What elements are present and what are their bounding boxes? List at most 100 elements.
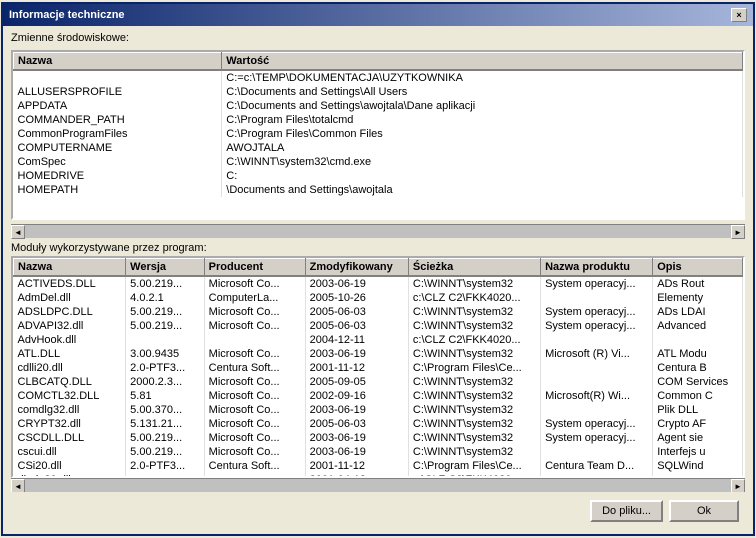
env-col-value: Wartość	[222, 53, 743, 71]
table-row[interactable]: CommonProgramFilesC:\Program Files\Commo…	[14, 127, 743, 141]
table-cell: 2003-06-19	[305, 276, 408, 291]
table-cell: C:\WINNT\system32	[408, 276, 540, 291]
file-button[interactable]: Do pliku...	[590, 500, 663, 522]
table-cell: COMPUTERNAME	[14, 141, 222, 155]
mod-col-name: Nazwa	[14, 259, 126, 277]
env-horizontal-scrollbar[interactable]: ◄ ►	[11, 224, 745, 238]
table-cell: 5.131.21...	[126, 417, 205, 431]
mod-col-modified: Zmodyfikowany	[305, 259, 408, 277]
scroll-right-arrow[interactable]: ►	[731, 225, 745, 239]
table-cell: 2.0-PTF3...	[126, 361, 205, 375]
table-cell: comdlg32.dll	[14, 403, 126, 417]
table-row[interactable]: AdvHook.dll2004-12-11c:\CLZ C2\FKK4020..…	[14, 333, 743, 347]
mod-scroll-track[interactable]	[25, 479, 731, 492]
table-cell: Plik DLL	[653, 403, 743, 417]
table-row[interactable]: C:=c:\TEMP\DOKUMENTACJA\UZYTKOWNIKA	[14, 70, 743, 85]
table-cell: 2001-11-12	[305, 361, 408, 375]
env-table-body: C:=c:\TEMP\DOKUMENTACJA\UZYTKOWNIKAALLUS…	[14, 70, 743, 197]
table-cell: ComputerLa...	[204, 291, 305, 305]
table-cell: 2005-06-03	[305, 417, 408, 431]
table-row[interactable]: CSCDLL.DLL5.00.219...Microsoft Co...2003…	[14, 431, 743, 445]
table-cell: SQLWind	[653, 459, 743, 473]
table-row[interactable]: COMCTL32.DLL5.81Microsoft Co...2002-09-1…	[14, 389, 743, 403]
table-cell: C:\WINNT\system32\cmd.exe	[222, 155, 743, 169]
table-row[interactable]: ALLUSERSPROFILEC:\Documents and Settings…	[14, 85, 743, 99]
table-row[interactable]: cdlli20.dll2.0-PTF3...Centura Soft...200…	[14, 361, 743, 375]
table-row[interactable]: APPDATAC:\Documents and Settings\awojtal…	[14, 99, 743, 113]
mod-col-path: Ścieżka	[408, 259, 540, 277]
table-cell: C:\WINNT\system32	[408, 389, 540, 403]
table-cell: 4.0.2.1	[126, 291, 205, 305]
table-cell: 5.00.219...	[126, 276, 205, 291]
table-cell: COMCTL32.DLL	[14, 389, 126, 403]
table-row[interactable]: CSi20.dll2.0-PTF3...Centura Soft...2001-…	[14, 459, 743, 473]
table-cell: C:\Documents and Settings\All Users	[222, 85, 743, 99]
mod-scroll-left-arrow[interactable]: ◄	[11, 479, 25, 492]
table-cell: Agent sie	[653, 431, 743, 445]
table-row[interactable]: CRYPT32.dll5.131.21...Microsoft Co...200…	[14, 417, 743, 431]
table-cell: 2003-06-19	[305, 431, 408, 445]
table-cell: Microsoft Co...	[204, 417, 305, 431]
table-row[interactable]: HOMEPATH\Documents and Settings\awojtala	[14, 183, 743, 197]
table-cell	[541, 333, 653, 347]
table-row[interactable]: ADVAPI32.dll5.00.219...Microsoft Co...20…	[14, 319, 743, 333]
table-cell	[541, 445, 653, 459]
table-cell: ADSLDPC.DLL	[14, 305, 126, 319]
close-button[interactable]: ×	[731, 8, 747, 22]
table-row[interactable]: comdlg32.dll5.00.370...Microsoft Co...20…	[14, 403, 743, 417]
table-cell: \Documents and Settings\awojtala	[222, 183, 743, 197]
table-cell: System operacyj...	[541, 431, 653, 445]
table-cell: C:	[222, 169, 743, 183]
table-cell	[541, 361, 653, 375]
modules-table: Nazwa Wersja Producent Zmodyfikowany Ści…	[13, 258, 743, 478]
bottom-buttons: Do pliku... Ok	[11, 496, 745, 528]
modules-horizontal-scrollbar[interactable]: ◄ ►	[11, 478, 745, 492]
table-row[interactable]: cscui.dll5.00.219...Microsoft Co...2003-…	[14, 445, 743, 459]
table-row[interactable]: AdmDel.dll4.0.2.1ComputerLa...2005-10-26…	[14, 291, 743, 305]
table-cell: Microsoft Co...	[204, 305, 305, 319]
table-cell: 3.00.9435	[126, 347, 205, 361]
table-cell: COMMANDER_PATH	[14, 113, 222, 127]
mod-col-desc: Opis	[653, 259, 743, 277]
table-cell: Centura B	[653, 361, 743, 375]
table-cell: ATL Modu	[653, 347, 743, 361]
table-row[interactable]: COMMANDER_PATHC:\Program Files\totalcmd	[14, 113, 743, 127]
table-cell: AdmDel.dll	[14, 291, 126, 305]
table-cell: c:\CLZ C2\FKK4020...	[408, 333, 540, 347]
scroll-left-arrow[interactable]: ◄	[11, 225, 25, 239]
table-cell: CSCDLL.DLL	[14, 431, 126, 445]
modules-table-container[interactable]: Nazwa Wersja Producent Zmodyfikowany Ści…	[11, 256, 745, 478]
mod-col-prodname: Nazwa produktu	[541, 259, 653, 277]
table-cell: Elementy	[653, 291, 743, 305]
table-cell: C:\WINNT\system32	[408, 417, 540, 431]
modules-header-row: Nazwa Wersja Producent Zmodyfikowany Ści…	[14, 259, 743, 277]
table-row[interactable]: ATL.DLL3.00.9435Microsoft Co...2003-06-1…	[14, 347, 743, 361]
window-title: Informacje techniczne	[9, 9, 125, 21]
table-cell: C:\WINNT\system32	[408, 403, 540, 417]
table-cell	[541, 291, 653, 305]
ok-button[interactable]: Ok	[669, 500, 739, 522]
table-cell: 5.00.219...	[126, 445, 205, 459]
table-cell	[541, 403, 653, 417]
table-cell	[14, 70, 222, 85]
table-cell	[204, 333, 305, 347]
mod-col-producer: Producent	[204, 259, 305, 277]
table-row[interactable]: COMPUTERNAMEAWOJTALA	[14, 141, 743, 155]
table-cell: Centura Soft...	[204, 459, 305, 473]
scroll-track[interactable]	[25, 225, 731, 238]
table-row[interactable]: CLBCATQ.DLL2000.2.3...Microsoft Co...200…	[14, 375, 743, 389]
table-cell: C:\Program Files\Ce...	[408, 459, 540, 473]
table-cell: 2005-10-26	[305, 291, 408, 305]
table-cell: Microsoft Co...	[204, 445, 305, 459]
table-cell: System operacyj...	[541, 276, 653, 291]
table-cell: ACTIVEDS.DLL	[14, 276, 126, 291]
env-table-container[interactable]: Nazwa Wartość C:=c:\TEMP\DOKUMENTACJA\UZ…	[11, 50, 745, 220]
table-cell: AdvHook.dll	[14, 333, 126, 347]
table-cell: cscui.dll	[14, 445, 126, 459]
mod-scroll-right-arrow[interactable]: ►	[731, 479, 745, 492]
table-row[interactable]: ADSLDPC.DLL5.00.219...Microsoft Co...200…	[14, 305, 743, 319]
table-cell: Microsoft Co...	[204, 319, 305, 333]
table-row[interactable]: ACTIVEDS.DLL5.00.219...Microsoft Co...20…	[14, 276, 743, 291]
table-row[interactable]: ComSpecC:\WINNT\system32\cmd.exe	[14, 155, 743, 169]
table-row[interactable]: HOMEDRIVEC:	[14, 169, 743, 183]
